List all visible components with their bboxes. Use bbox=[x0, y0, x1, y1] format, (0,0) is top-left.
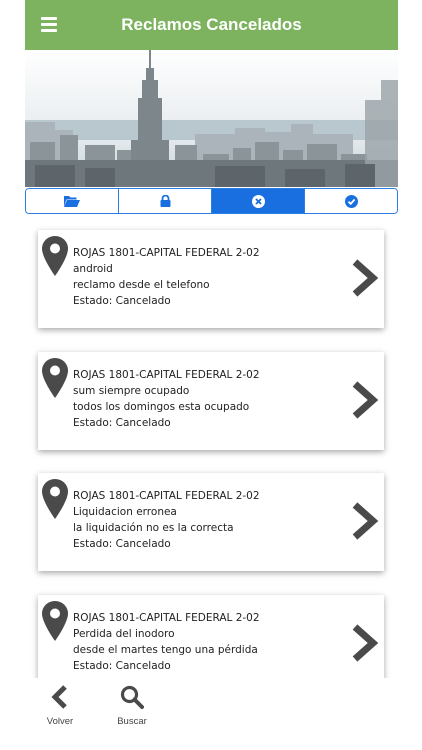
times-circle-icon bbox=[251, 194, 265, 208]
claims-list: ROJAS 1801-CAPITAL FEDERAL 2-02 android … bbox=[25, 226, 398, 678]
claim-subject: sum siempre ocupado bbox=[73, 385, 190, 397]
folder-open-icon bbox=[64, 196, 80, 207]
claim-subject: android bbox=[73, 263, 113, 275]
claim-description: la liquidación no es la correcta bbox=[73, 522, 234, 534]
claim-description: todos los domingos esta ocupado bbox=[73, 401, 250, 413]
search-button[interactable]: Buscar bbox=[107, 685, 157, 727]
claim-status: Estado: Cancelado bbox=[73, 417, 171, 429]
map-marker-icon bbox=[42, 358, 68, 398]
bottom-toolbar: Volver Buscar bbox=[25, 678, 398, 750]
chevron-right-icon bbox=[352, 624, 379, 662]
claim-address: ROJAS 1801-CAPITAL FEDERAL 2-02 bbox=[73, 612, 260, 624]
claim-description: desde el martes tengo una pérdida bbox=[73, 644, 258, 656]
map-marker-icon bbox=[42, 479, 68, 519]
chevron-right-icon bbox=[352, 259, 379, 297]
tab-lock[interactable] bbox=[119, 189, 212, 213]
claim-subject: Liquidacion erronea bbox=[73, 506, 177, 518]
check-circle-icon bbox=[344, 194, 358, 208]
search-icon bbox=[120, 685, 144, 709]
status-tabs bbox=[25, 188, 398, 214]
city-skyline-banner bbox=[25, 50, 398, 187]
chevron-left-icon bbox=[51, 685, 67, 709]
header-bar: Reclamos Cancelados bbox=[25, 0, 398, 50]
chevron-right-icon bbox=[352, 502, 379, 540]
tab-resolved[interactable] bbox=[305, 189, 397, 213]
map-marker-icon bbox=[42, 236, 68, 276]
claim-subject: Perdida del inodoro bbox=[73, 628, 175, 640]
back-label: Volver bbox=[46, 716, 74, 727]
claim-status: Estado: Cancelado bbox=[73, 660, 171, 672]
hamburger-icon[interactable] bbox=[41, 17, 57, 32]
claim-address: ROJAS 1801-CAPITAL FEDERAL 2-02 bbox=[73, 369, 260, 381]
claim-description: reclamo desde el telefono bbox=[73, 279, 210, 291]
list-item[interactable]: ROJAS 1801-CAPITAL FEDERAL 2-02 Liquidac… bbox=[38, 473, 384, 571]
map-marker-icon bbox=[42, 601, 68, 641]
list-item[interactable]: ROJAS 1801-CAPITAL FEDERAL 2-02 android … bbox=[38, 230, 384, 328]
claim-address: ROJAS 1801-CAPITAL FEDERAL 2-02 bbox=[73, 490, 260, 502]
back-button[interactable]: Volver bbox=[35, 685, 85, 727]
list-item[interactable]: ROJAS 1801-CAPITAL FEDERAL 2-02 sum siem… bbox=[38, 352, 384, 450]
page-title: Reclamos Cancelados bbox=[121, 15, 302, 34]
tab-folder[interactable] bbox=[26, 189, 119, 213]
chevron-right-icon bbox=[352, 381, 379, 419]
tab-cancelled[interactable] bbox=[212, 189, 305, 213]
list-item[interactable]: ROJAS 1801-CAPITAL FEDERAL 2-02 Perdida … bbox=[38, 595, 384, 678]
app-screen: Reclamos Cancelados ROJAS 1801-CAPITAL F… bbox=[25, 0, 398, 750]
claim-address: ROJAS 1801-CAPITAL FEDERAL 2-02 bbox=[73, 247, 260, 259]
lock-icon bbox=[160, 195, 170, 207]
claim-status: Estado: Cancelado bbox=[73, 295, 171, 307]
search-label: Buscar bbox=[117, 716, 147, 727]
claim-status: Estado: Cancelado bbox=[73, 538, 171, 550]
